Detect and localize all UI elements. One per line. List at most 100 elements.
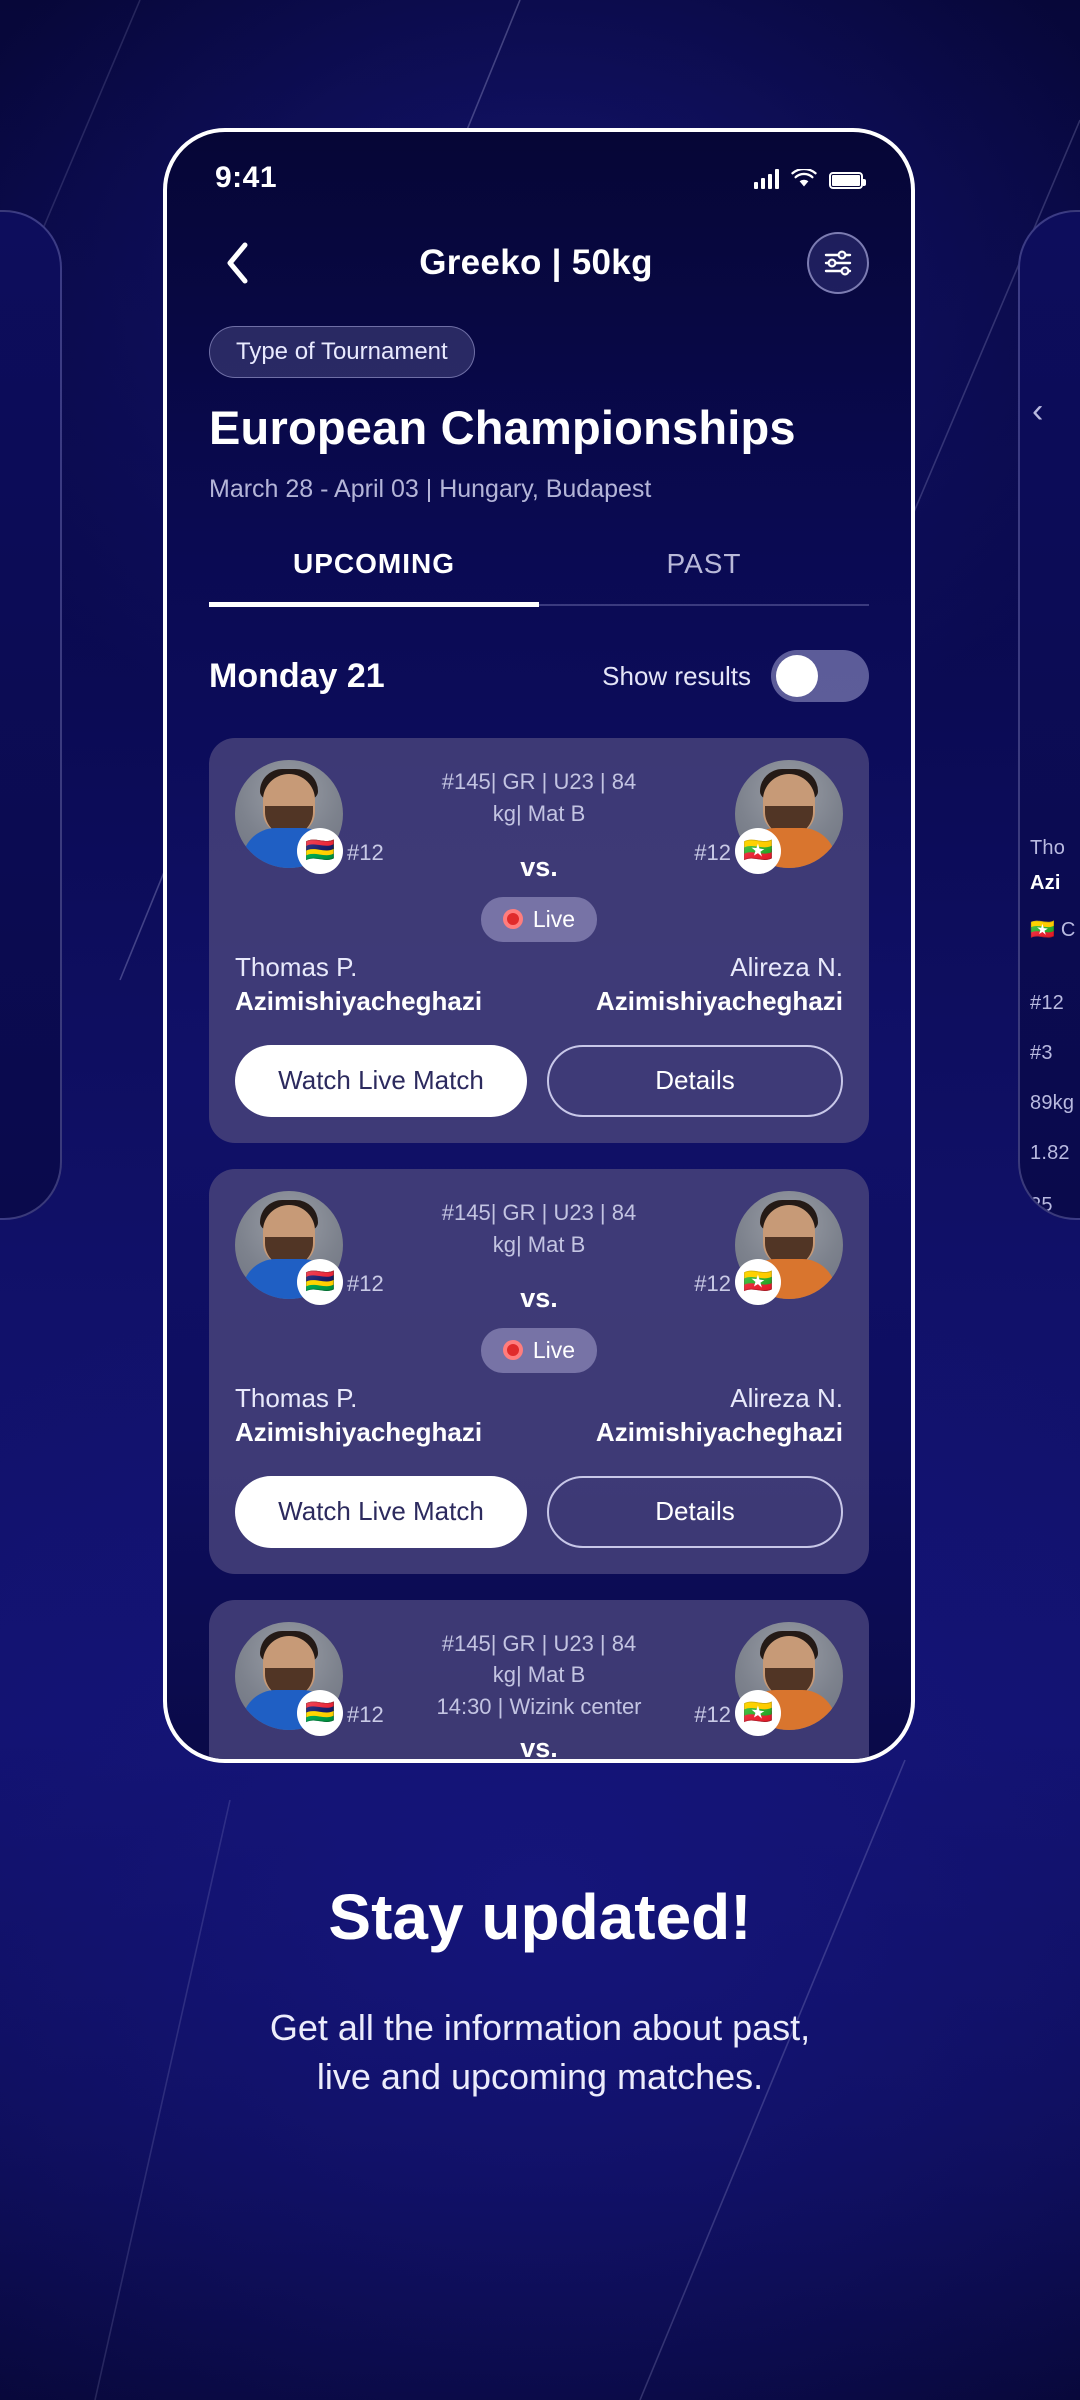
match-card-list: 🇲🇺 #12 #145| GR | U23 | 84 kg| Mat B vs.… bbox=[209, 738, 869, 1763]
chevron-left-icon: ‹ bbox=[1032, 392, 1044, 430]
background-phone-right: 9 ‹ Tho Azi 🇲🇲 C #12 #3 89kg 1.82 25 Vie… bbox=[1018, 210, 1080, 1220]
watch-live-match-button[interactable]: Watch Live Match bbox=[235, 1044, 527, 1117]
status-badge: Live bbox=[480, 1327, 598, 1373]
fighter-rank: #12 bbox=[347, 1701, 384, 1727]
fighter-rank: #12 bbox=[347, 1270, 384, 1296]
toggle-knob bbox=[776, 655, 818, 697]
filter-sliders-icon bbox=[824, 250, 852, 276]
side-right-row5: 25 bbox=[1030, 1194, 1053, 1216]
wifi-icon bbox=[791, 169, 817, 187]
tournament-title: European Championships bbox=[209, 401, 796, 454]
chevron-left-icon bbox=[227, 242, 248, 284]
marketing-line-2: live and upcoming matches. bbox=[316, 2055, 764, 2097]
match-meta: #145| GR | U23 | 84 kg| Mat B bbox=[441, 769, 637, 826]
status-badge: Live bbox=[480, 896, 598, 942]
side-right-row2: #3 bbox=[1030, 1042, 1053, 1064]
match-actions: Watch Live Match Details bbox=[235, 1044, 843, 1117]
fighter-rank: #12 bbox=[347, 840, 384, 865]
side-right-row1: #12 bbox=[1030, 992, 1064, 1014]
tab-past[interactable]: PAST bbox=[539, 548, 869, 604]
marketing-copy: Stay updated! Get all the information ab… bbox=[0, 1880, 1080, 2101]
phone-mockup: 9:41 Greeko | 50kg Type of Tournament Eu… bbox=[163, 128, 915, 1763]
nav-bar: Greeko | 50kg bbox=[167, 210, 911, 304]
match-card[interactable]: 🇲🇺 #12 #145| GR | U23 | 84 kg| Mat B vs.… bbox=[209, 1168, 869, 1574]
live-dot-icon bbox=[502, 1340, 523, 1361]
tournament-type-chip[interactable]: Type of Tournament bbox=[209, 326, 475, 378]
fighter-first-name: Alireza N. bbox=[730, 951, 843, 982]
status-clock: 9:41 bbox=[215, 161, 278, 194]
match-center: #145| GR | U23 | 84 kg| Mat B vs. Live bbox=[425, 760, 653, 942]
match-card-top: 🇲🇺 #12 #145| GR | U23 | 84 kg| Mat B vs.… bbox=[235, 1190, 843, 1373]
filter-button[interactable] bbox=[806, 232, 869, 294]
back-button[interactable] bbox=[209, 235, 265, 291]
side-right-flag-row: 🇲🇲 C bbox=[1030, 919, 1076, 941]
fighter-last-name: Azimishiyacheghazi bbox=[595, 1416, 843, 1447]
side-right-name-first: Tho bbox=[1030, 837, 1066, 859]
match-meta: #145| GR | U23 | 84 kg| Mat B bbox=[441, 1630, 637, 1688]
marketing-title: Stay updated! bbox=[328, 1881, 752, 1953]
status-icons bbox=[754, 167, 866, 189]
show-results-control: Show results bbox=[602, 650, 869, 702]
details-button[interactable]: Details bbox=[547, 1044, 843, 1117]
fighter-right: 🇲🇲 #12 bbox=[653, 1621, 843, 1736]
match-center: #145| GR | U23 | 84 kg| Mat B 14:30 | Wi… bbox=[425, 1622, 653, 1763]
show-results-label: Show results bbox=[602, 660, 751, 691]
fighter-name-left: Thomas P. Azimishiyacheghazi bbox=[235, 1383, 515, 1448]
marketing-subtitle: Get all the information about past, live… bbox=[0, 2004, 1080, 2101]
flag-badge: 🇲🇲 bbox=[735, 1258, 781, 1305]
fighter-rank: #12 bbox=[694, 1701, 731, 1727]
fighter-name-right: Alireza N. Azimishiyacheghazi bbox=[563, 1383, 843, 1448]
fighter-last-name: Azimishiyacheghazi bbox=[235, 1416, 483, 1447]
side-right-name-last: Azi bbox=[1030, 872, 1061, 894]
match-center: #145| GR | U23 | 84 kg| Mat B vs. Live bbox=[425, 1191, 653, 1373]
fighter-last-name: Azimishiyacheghazi bbox=[595, 985, 843, 1016]
tabs: UPCOMING PAST bbox=[209, 548, 869, 607]
watch-live-match-button[interactable]: Watch Live Match bbox=[235, 1475, 527, 1548]
signal-bars-icon bbox=[754, 167, 779, 189]
fighter-first-name: Alireza N. bbox=[730, 1382, 843, 1413]
match-meta-time: 14:30 | Wizink center bbox=[436, 1694, 642, 1720]
page-title: Greeko | 50kg bbox=[419, 243, 653, 282]
vs-label: vs. bbox=[520, 1733, 558, 1763]
fighter-first-name: Thomas P. bbox=[235, 1382, 358, 1413]
fighter-left: 🇲🇺 #12 bbox=[235, 1621, 425, 1736]
fighter-left: 🇲🇺 #12 bbox=[235, 760, 425, 874]
show-results-toggle[interactable] bbox=[771, 650, 869, 702]
match-meta: #145| GR | U23 | 84 kg| Mat B bbox=[441, 1199, 637, 1257]
match-card[interactable]: 🇲🇺 #12 #145| GR | U23 | 84 kg| Mat B 14:… bbox=[209, 1599, 869, 1763]
match-actions: Watch Live Match Details bbox=[235, 1475, 843, 1548]
flag-badge: 🇲🇲 bbox=[735, 1689, 781, 1736]
flag-badge: 🇲🇲 bbox=[735, 828, 781, 874]
battery-icon bbox=[829, 172, 866, 189]
background-phone-left: 🔔 s P. aei y 🇲🇲 #12 #5 36kg 0cm 28 ofile bbox=[0, 210, 62, 1220]
fighter-rank: #12 bbox=[694, 1270, 731, 1296]
fighter-right: 🇲🇲 #12 bbox=[653, 760, 843, 874]
match-card[interactable]: 🇲🇺 #12 #145| GR | U23 | 84 kg| Mat B vs.… bbox=[209, 738, 869, 1143]
flag-badge: 🇲🇺 bbox=[297, 1689, 343, 1736]
side-right-row4: 1.82 bbox=[1030, 1142, 1070, 1164]
tournament-info: Type of Tournament European Championship… bbox=[167, 304, 911, 504]
status-badge-label: Live bbox=[532, 1336, 576, 1363]
day-row: Monday 21 Show results bbox=[209, 650, 869, 702]
fighter-names: Thomas P. Azimishiyacheghazi Alireza N. … bbox=[235, 1383, 843, 1448]
fighter-first-name: Thomas P. bbox=[235, 951, 358, 982]
flag-badge: 🇲🇺 bbox=[297, 828, 343, 874]
vs-label: vs. bbox=[520, 1282, 558, 1313]
tournament-meta: March 28 - April 03 | Hungary, Budapest bbox=[209, 475, 652, 503]
fighter-rank: #12 bbox=[694, 840, 731, 865]
fighter-left: 🇲🇺 #12 bbox=[235, 1190, 425, 1305]
live-dot-icon bbox=[502, 909, 523, 930]
details-button[interactable]: Details bbox=[547, 1475, 843, 1548]
flag-badge: 🇲🇺 bbox=[297, 1258, 343, 1305]
fighter-name-right: Alireza N. Azimishiyacheghazi bbox=[563, 952, 843, 1017]
fighter-name-left: Thomas P. Azimishiyacheghazi bbox=[235, 952, 515, 1017]
vs-label: vs. bbox=[520, 851, 558, 882]
match-card-top: 🇲🇺 #12 #145| GR | U23 | 84 kg| Mat B vs.… bbox=[235, 760, 843, 942]
fighter-last-name: Azimishiyacheghazi bbox=[235, 985, 483, 1016]
tab-upcoming[interactable]: UPCOMING bbox=[209, 548, 539, 607]
marketing-line-1: Get all the information about past, bbox=[269, 2007, 811, 2048]
fighter-right: 🇲🇲 #12 bbox=[653, 1190, 843, 1305]
fighter-names: Thomas P. Azimishiyacheghazi Alireza N. … bbox=[235, 952, 843, 1017]
side-right-row3: 89kg bbox=[1030, 1092, 1075, 1114]
status-bar: 9:41 bbox=[167, 132, 911, 210]
